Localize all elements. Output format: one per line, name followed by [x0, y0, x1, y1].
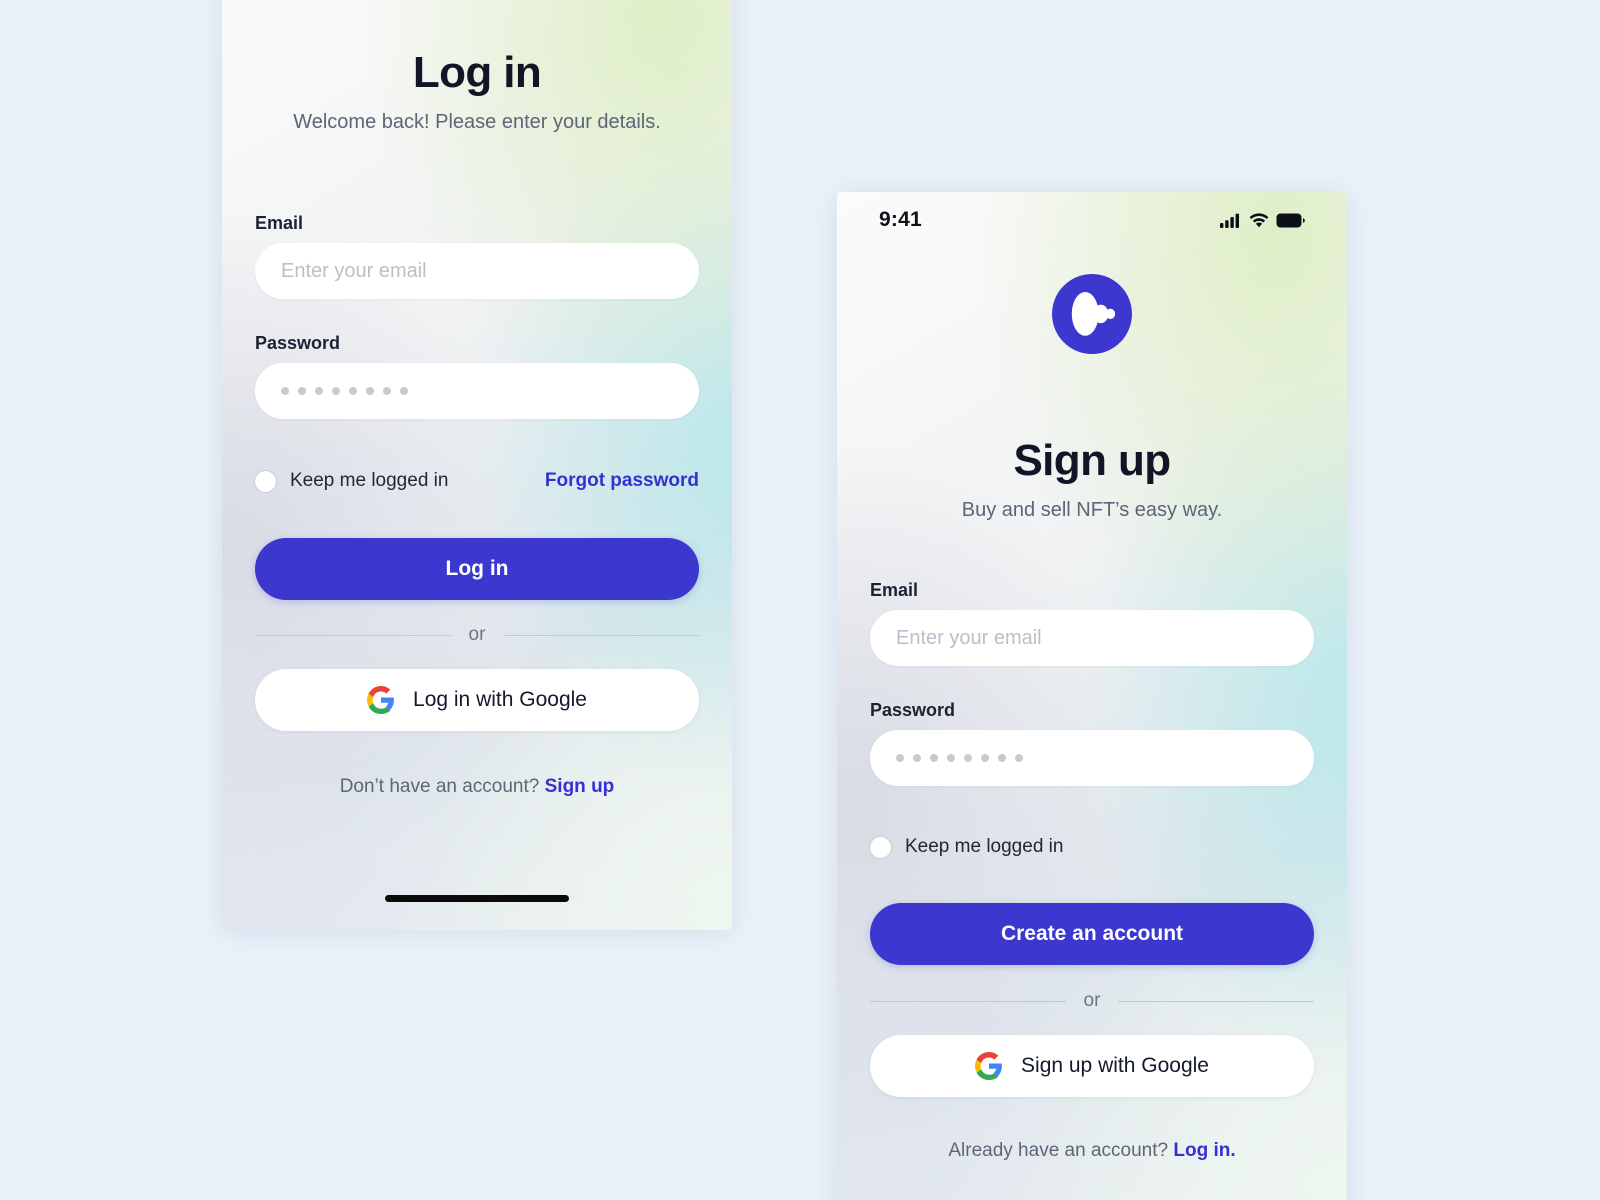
login-header: Log in Welcome back! Please enter your d…	[222, 48, 732, 134]
signup-options-row: Keep me logged in	[870, 836, 1314, 858]
wifi-icon	[1249, 212, 1269, 228]
signup-keep-logged-in-label: Keep me logged in	[905, 836, 1064, 857]
login-keep-logged-in-toggle[interactable]: Keep me logged in	[255, 470, 448, 492]
google-g-icon	[975, 1052, 1003, 1080]
signup-page-title: Sign up	[1013, 436, 1171, 485]
signup-screen-content: 9:41 Sign up Buy and sell NFT’s easy way…	[837, 192, 1347, 1200]
signup-password-input[interactable]	[870, 730, 1314, 786]
login-keep-logged-in-label: Keep me logged in	[290, 470, 449, 491]
signup-password-label: Password	[870, 700, 956, 720]
signup-divider: or	[870, 990, 1314, 1012]
login-password-label: Password	[255, 333, 341, 353]
signup-email-input[interactable]: Enter your email	[870, 610, 1314, 666]
signup-logo-wrap	[837, 274, 1347, 354]
signup-with-google-label: Sign up with Google	[1021, 1054, 1209, 1077]
signup-divider-label: or	[1083, 990, 1101, 1011]
forgot-password-link[interactable]: Forgot password	[545, 470, 699, 492]
login-link[interactable]: Log in.	[1173, 1140, 1235, 1161]
login-footer: Don’t have an account? Sign up	[222, 776, 732, 798]
login-email-group: Email Enter your email	[255, 213, 699, 299]
signup-page-subtitle: Buy and sell NFT’s easy way.	[961, 499, 1223, 521]
login-footer-prefix: Don’t have an account?	[339, 776, 545, 797]
login-email-placeholder: Enter your email	[281, 259, 427, 282]
signup-footer: Already have an account? Log in.	[837, 1140, 1347, 1162]
cellular-signal-icon	[1220, 213, 1242, 228]
create-account-button[interactable]: Create an account	[870, 903, 1314, 965]
signup-footer-prefix: Already have an account?	[948, 1140, 1174, 1161]
login-phone-frame: Log in Welcome back! Please enter your d…	[222, 0, 732, 930]
login-divider-label: or	[468, 624, 486, 645]
login-with-google-button[interactable]: Log in with Google	[255, 669, 699, 731]
signup-with-google-button[interactable]: Sign up with Google	[870, 1035, 1314, 1097]
signup-email-placeholder: Enter your email	[896, 626, 1042, 649]
signup-email-group: Email Enter your email	[870, 580, 1314, 666]
cloud-logo-icon	[837, 274, 1347, 354]
status-bar-icons	[1220, 212, 1305, 228]
login-password-dots	[281, 387, 408, 395]
login-submit-button[interactable]: Log in	[255, 538, 699, 600]
status-bar: 9:41	[837, 192, 1347, 248]
signup-link[interactable]: Sign up	[545, 776, 615, 797]
login-keep-logged-in-radio-icon[interactable]	[255, 470, 276, 492]
login-home-indicator	[385, 895, 569, 902]
status-bar-time: 9:41	[879, 208, 922, 231]
signup-password-group: Password	[870, 700, 1314, 786]
signup-email-label: Email	[870, 580, 919, 600]
login-divider: or	[255, 624, 699, 646]
login-email-input[interactable]: Enter your email	[255, 243, 699, 299]
login-email-label: Email	[255, 213, 304, 233]
login-divider-line-right	[503, 634, 699, 636]
signup-password-dots	[896, 754, 1023, 762]
login-password-input[interactable]	[255, 363, 699, 419]
battery-icon	[1276, 213, 1305, 228]
signup-divider-line-right	[1118, 1000, 1314, 1002]
login-page-title: Log in	[412, 48, 542, 97]
signup-keep-logged-in-toggle[interactable]: Keep me logged in	[870, 836, 1314, 858]
signup-divider-line-left	[870, 1000, 1066, 1002]
screenshot-canvas: Log in Welcome back! Please enter your d…	[0, 0, 1600, 1200]
login-page-subtitle: Welcome back! Please enter your details.	[293, 111, 661, 133]
login-divider-line-left	[255, 634, 451, 636]
login-password-group: Password	[255, 333, 699, 419]
login-with-google-label: Log in with Google	[413, 688, 587, 711]
signup-phone-frame: 9:41 Sign up Buy and sell NFT’s easy way…	[837, 192, 1347, 1200]
login-screen-content: Log in Welcome back! Please enter your d…	[222, 0, 732, 930]
google-g-icon	[367, 686, 395, 714]
signup-header: Sign up Buy and sell NFT’s easy way.	[837, 436, 1347, 522]
login-options-row: Keep me logged in Forgot password	[255, 470, 699, 492]
signup-keep-logged-in-radio-icon[interactable]	[870, 836, 891, 858]
